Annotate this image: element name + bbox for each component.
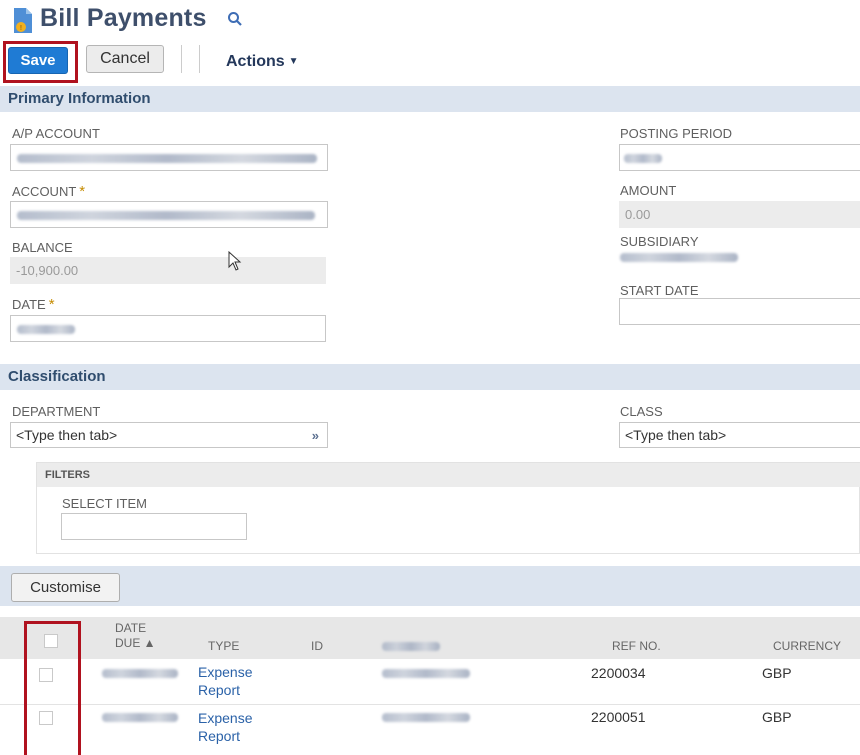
toolbar-divider xyxy=(181,45,182,73)
redacted-value xyxy=(102,669,178,678)
type-link-line1: Expense xyxy=(198,664,253,680)
currency: GBP xyxy=(762,665,792,681)
actions-label: Actions xyxy=(226,53,285,70)
column-currency[interactable]: CURRENCY xyxy=(773,639,841,653)
caret-down-icon: ▼ xyxy=(288,56,299,67)
department-value: <Type then tab> xyxy=(16,427,118,443)
type-link[interactable]: Expense Report xyxy=(198,663,252,699)
class-value: <Type then tab> xyxy=(625,427,727,443)
column-type[interactable]: TYPE xyxy=(208,639,239,653)
cancel-button[interactable]: Cancel xyxy=(86,45,164,73)
balance-value: -10,900.00 xyxy=(16,263,79,278)
amount-value: 0.00 xyxy=(625,207,651,222)
balance-field: -10,900.00 xyxy=(10,257,326,284)
column-date-due-line2: DUE ▲ xyxy=(115,636,156,650)
redacted-value xyxy=(624,154,662,163)
redacted-value xyxy=(17,154,317,163)
redacted-value xyxy=(102,713,178,722)
type-link-line1: Expense xyxy=(198,710,253,726)
primary-information-header[interactable]: Primary Information xyxy=(0,86,860,112)
date-field[interactable] xyxy=(10,315,326,342)
mouse-cursor-icon xyxy=(228,251,242,271)
redacted-value xyxy=(17,211,315,220)
currency: GBP xyxy=(762,709,792,725)
checkbox-column-highlight xyxy=(24,621,81,755)
filters-header: FILTERS xyxy=(37,463,860,487)
table-row[interactable]: Expense Report 2200034 GBP xyxy=(0,660,860,705)
posting-period-field[interactable] xyxy=(619,144,860,171)
ref-no: 2200034 xyxy=(591,665,646,681)
redacted-value xyxy=(620,253,738,262)
column-ref-no[interactable]: REF NO. xyxy=(612,639,661,653)
account-label: ACCOUNT * xyxy=(12,183,86,200)
sublist-toolbar xyxy=(0,566,860,606)
redacted-value xyxy=(17,325,75,334)
select-item-label: SELECT ITEM xyxy=(62,496,148,511)
search-icon[interactable] xyxy=(227,11,243,27)
table-row[interactable]: Expense Report 2200051 GBP xyxy=(0,705,860,749)
subsidiary-label: SUBSIDIARY xyxy=(620,234,699,249)
column-id[interactable]: ID xyxy=(311,639,323,653)
redacted-value xyxy=(382,642,440,651)
type-link[interactable]: Expense Report xyxy=(198,709,252,745)
double-chevron-down-icon[interactable]: » xyxy=(312,428,319,443)
subsidiary-value xyxy=(620,248,760,268)
column-date-due[interactable]: DATE DUE ▲ xyxy=(115,621,156,651)
svg-text:!: ! xyxy=(20,25,22,32)
customise-button[interactable]: Customise xyxy=(11,573,120,602)
select-item-field[interactable] xyxy=(61,513,247,540)
page-title: Bill Payments xyxy=(40,4,207,32)
class-field[interactable]: <Type then tab> xyxy=(619,422,860,448)
ref-no: 2200051 xyxy=(591,709,646,725)
toolbar-divider xyxy=(199,45,200,73)
ap-account-label: A/P ACCOUNT xyxy=(12,126,100,141)
department-label: DEPARTMENT xyxy=(12,404,101,419)
save-button[interactable]: Save xyxy=(8,47,68,74)
ap-account-field[interactable] xyxy=(10,144,328,171)
redacted-value xyxy=(382,669,470,678)
amount-field: 0.00 xyxy=(619,201,860,228)
start-date-label: START DATE xyxy=(620,283,699,298)
posting-period-label: POSTING PERIOD xyxy=(620,126,732,141)
actions-menu[interactable]: Actions ▼ xyxy=(226,53,299,71)
column-date-due-line1: DATE xyxy=(115,621,147,635)
type-link-line2: Report xyxy=(198,728,241,744)
date-label: DATE * xyxy=(12,296,55,313)
account-field[interactable] xyxy=(10,201,328,228)
amount-label: AMOUNT xyxy=(620,183,677,198)
start-date-field[interactable] xyxy=(619,298,860,325)
column-redacted[interactable] xyxy=(382,640,440,654)
redacted-value xyxy=(382,713,470,722)
balance-label: BALANCE xyxy=(12,240,73,255)
department-field[interactable]: <Type then tab> » xyxy=(10,422,328,448)
bill-payment-document-icon: ! xyxy=(14,8,32,33)
classification-header[interactable]: Classification xyxy=(0,364,860,390)
class-label: CLASS xyxy=(620,404,663,419)
type-link-line2: Report xyxy=(198,682,241,698)
